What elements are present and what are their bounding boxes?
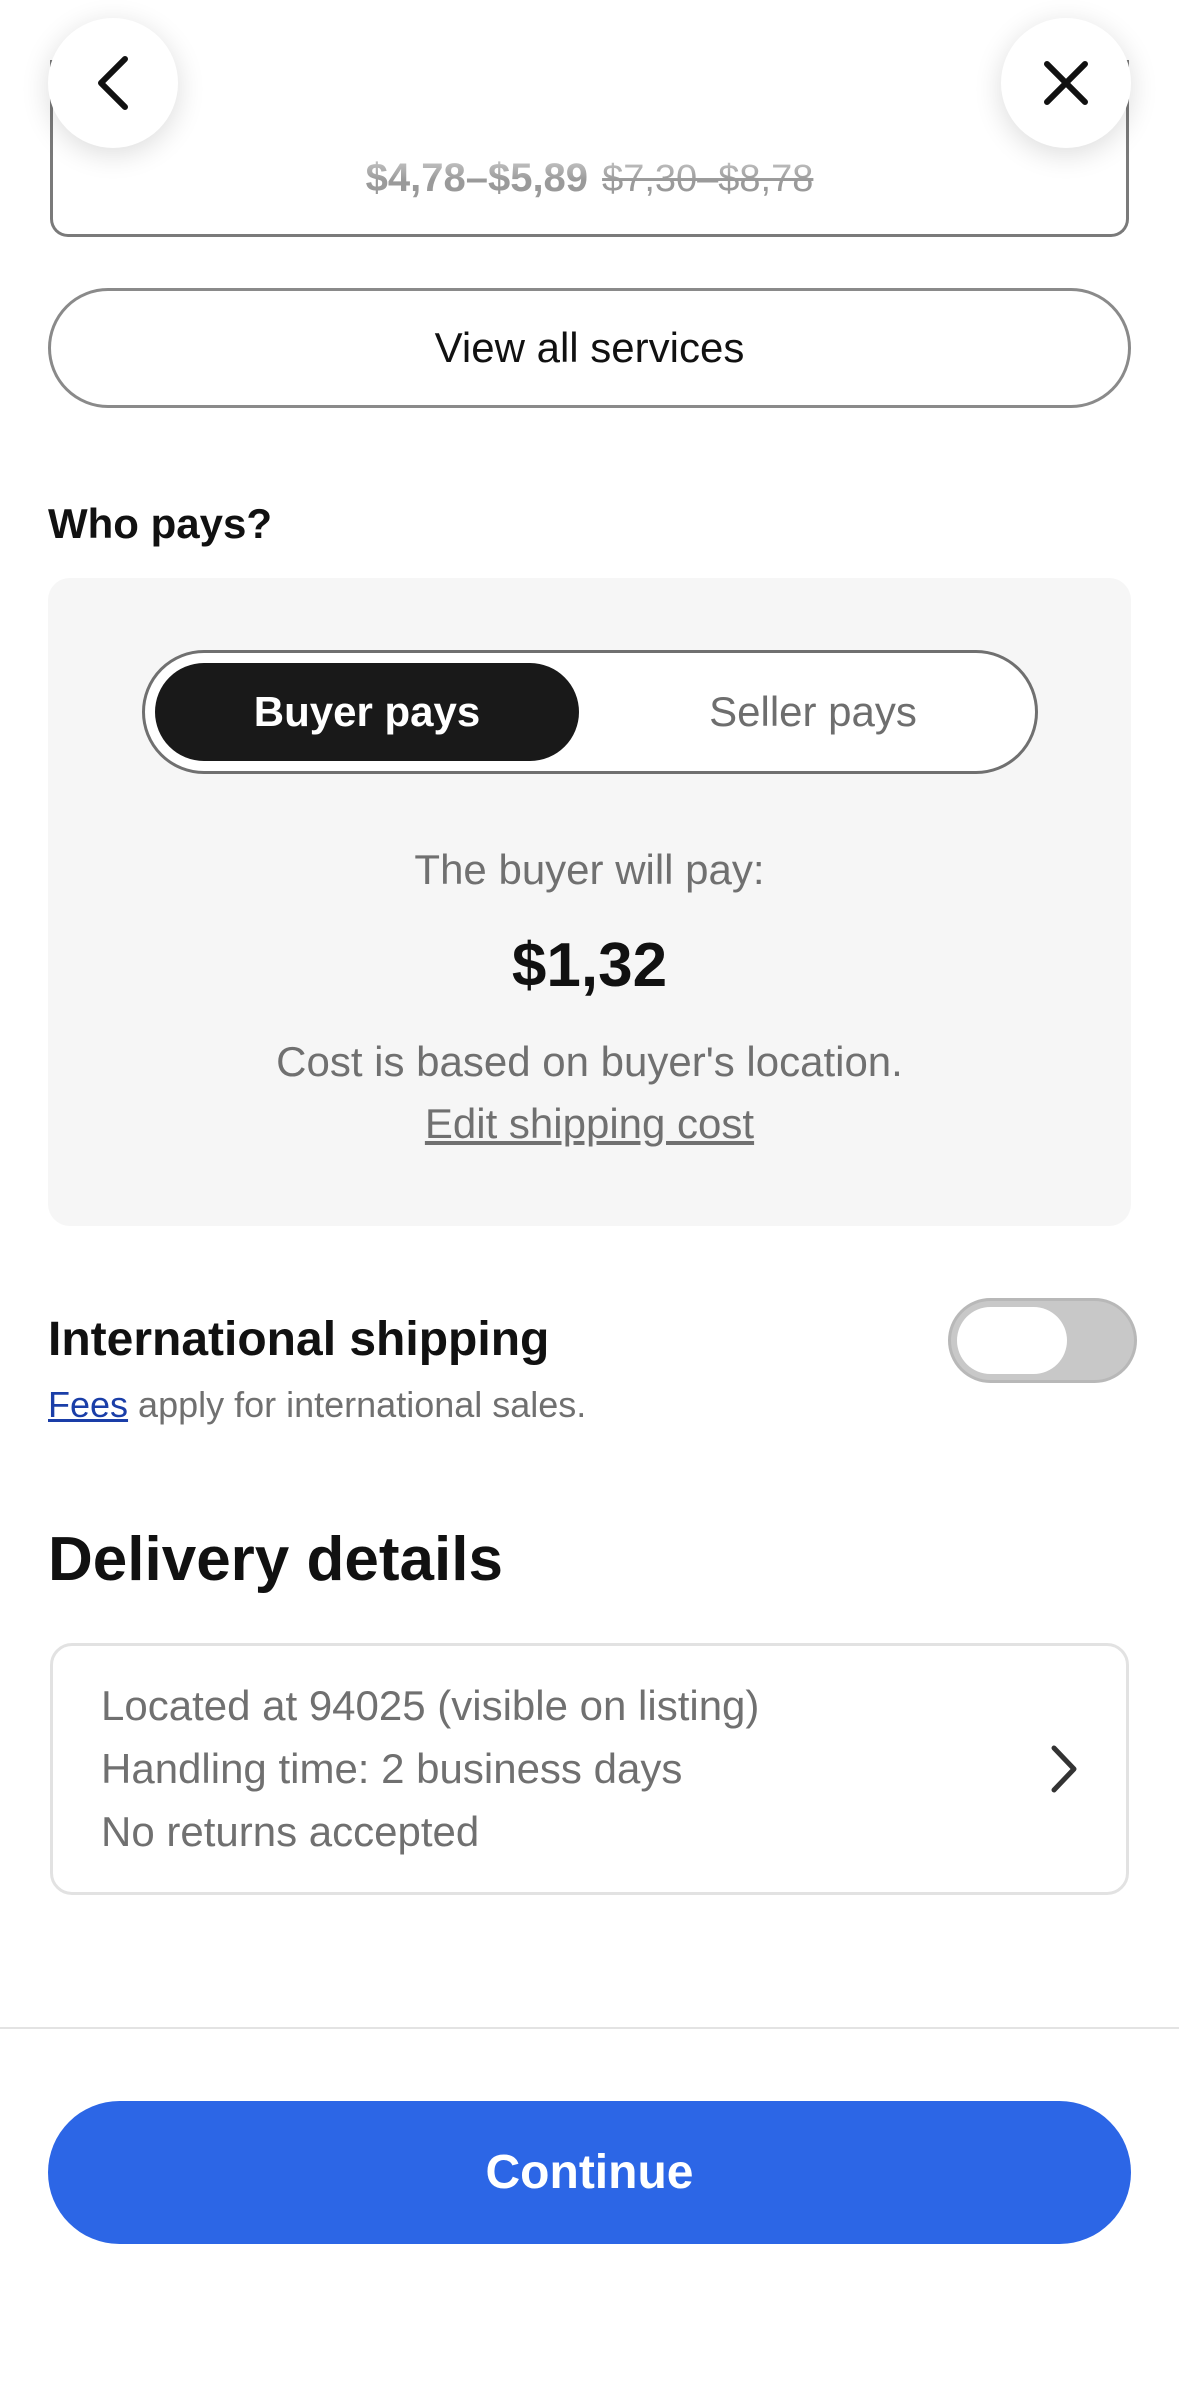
cost-location-note: Cost is based on buyer's location.: [276, 1038, 903, 1085]
shipping-service-card[interactable]: $4,78–$5,89$7,30–$8,78: [50, 60, 1129, 237]
buyer-pays-amount: $1,32: [511, 931, 668, 1000]
continue-button[interactable]: Continue: [48, 2101, 1131, 2244]
international-shipping-toggle[interactable]: [948, 1298, 1137, 1383]
scroll-fade: [53, 60, 1126, 180]
delivery-handling-time: Handling time: 2 business days: [101, 1745, 683, 1792]
delivery-details-title: Delivery details: [48, 1525, 503, 1594]
chevron-right-icon: [1051, 1745, 1077, 1793]
who-pays-label: Who pays?: [48, 500, 273, 547]
fees-link[interactable]: Fees: [48, 1384, 128, 1425]
fees-text: apply for international sales.: [128, 1384, 587, 1425]
who-pays-segmented-control: Buyer pays Seller pays: [142, 650, 1038, 774]
back-button[interactable]: [48, 18, 178, 148]
close-button[interactable]: [1001, 18, 1131, 148]
delivery-details-card[interactable]: Located at 94025 (visible on listing) Ha…: [50, 1643, 1129, 1895]
view-all-services-button[interactable]: View all services: [48, 288, 1131, 408]
toggle-knob: [957, 1307, 1067, 1374]
footer-divider: [0, 2027, 1179, 2029]
buyer-pays-option[interactable]: Buyer pays: [155, 663, 579, 761]
shipping-options-screen: $4,78–$5,89$7,30–$8,78 View all services…: [0, 0, 1179, 2396]
who-pays-panel: Buyer pays Seller pays The buyer will pa…: [48, 578, 1131, 1226]
delivery-returns: No returns accepted: [101, 1808, 480, 1855]
buyer-pays-caption: The buyer will pay:: [414, 846, 765, 893]
seller-pays-option[interactable]: Seller pays: [601, 663, 1025, 761]
close-icon: [1044, 61, 1088, 105]
delivery-location: Located at 94025 (visible on listing): [101, 1682, 760, 1729]
international-shipping-title: International shipping: [48, 1313, 550, 1366]
chevron-left-icon: [98, 56, 128, 110]
edit-shipping-cost-link[interactable]: Edit shipping cost: [48, 1100, 1131, 1148]
international-fees-note: Fees apply for international sales.: [48, 1384, 586, 1426]
